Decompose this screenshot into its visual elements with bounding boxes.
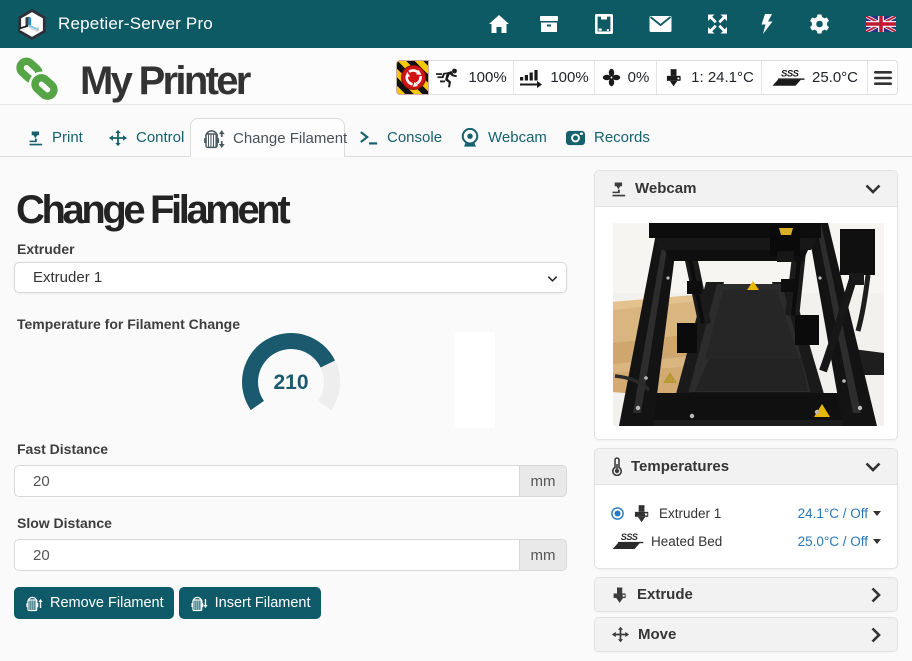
- svg-text:210: 210: [273, 371, 308, 394]
- svg-text:SSS: SSS: [621, 532, 638, 542]
- svg-text:SSS: SSS: [781, 68, 800, 79]
